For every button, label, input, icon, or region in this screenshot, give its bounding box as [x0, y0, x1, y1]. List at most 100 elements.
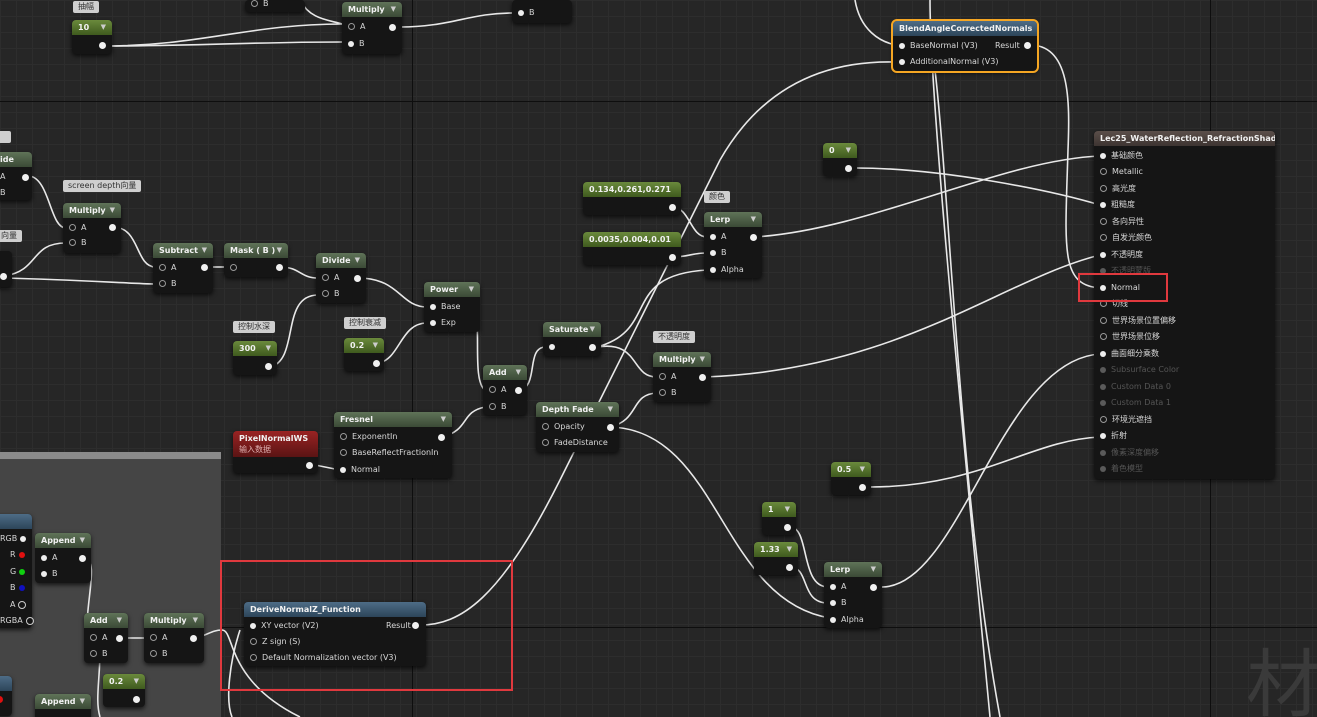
pin-roughness: 粗糙度	[1111, 200, 1135, 209]
collapse-arrow-icon[interactable]: ▼	[860, 462, 865, 477]
collapse-arrow-icon[interactable]: ▼	[590, 322, 595, 337]
output-pin[interactable]	[607, 424, 614, 431]
collapse-arrow-icon[interactable]: ▼	[117, 613, 122, 628]
collapse-arrow-icon[interactable]: ▼	[355, 253, 360, 268]
output-pin[interactable]	[786, 564, 793, 571]
append-node[interactable]: Append ▼	[35, 694, 91, 717]
vector-constant-node[interactable]: 0.134,0.261,0.271▼	[583, 182, 681, 215]
collapse-arrow-icon[interactable]: ▼	[373, 338, 378, 353]
collapse-arrow-icon[interactable]: ▼	[80, 533, 85, 548]
output-pin[interactable]	[0, 273, 7, 280]
collapse-arrow-icon[interactable]: ▼	[193, 613, 198, 628]
output-pin[interactable]	[750, 234, 757, 241]
node-partial[interactable]: B	[512, 0, 572, 23]
collapse-arrow-icon[interactable]: ▼	[441, 412, 446, 427]
output-pin[interactable]	[190, 635, 197, 642]
depth-fade-node[interactable]: Depth Fade ▼ Opacity FadeDistance	[536, 402, 619, 452]
divide-node-partial[interactable]: ide A B	[0, 152, 32, 200]
material-graph-canvas[interactable]: 抽幅 10 ▼ B Multiply ▼ A B B BlendAngleCorre…	[0, 0, 1317, 717]
constant-node[interactable]: 10 ▼	[72, 20, 112, 54]
output-pin[interactable]	[1024, 42, 1031, 49]
constant-node[interactable]: 1 ▼	[762, 502, 796, 535]
divide-node[interactable]: Divide ▼ A B	[316, 253, 366, 303]
vector-constant-node[interactable]: 0.0035,0.004,0.01▼	[583, 232, 681, 265]
mask-node[interactable]: Mask ( B ) ▼	[224, 243, 288, 277]
multiply-node[interactable]: Multiply ▼ A B	[342, 2, 402, 54]
collapse-arrow-icon[interactable]: ▼	[516, 365, 521, 380]
multiply-node[interactable]: Multiply ▼ A B	[653, 352, 711, 402]
output-pin[interactable]	[669, 254, 676, 261]
output-pin[interactable]	[589, 344, 596, 351]
output-pin[interactable]	[116, 635, 123, 642]
output-pin[interactable]	[373, 360, 380, 367]
collapse-arrow-icon[interactable]: ▼	[785, 502, 790, 517]
constant-node[interactable]: 0.5 ▼	[831, 462, 871, 495]
subtract-node[interactable]: Subtract ▼ A B	[153, 243, 213, 293]
collapse-arrow-icon[interactable]: ▼	[202, 243, 207, 258]
collapse-arrow-icon[interactable]: ▼	[101, 20, 106, 35]
collapse-arrow-icon[interactable]: ▼	[871, 562, 876, 577]
pin-world-position-offset: 世界场景位置偏移	[1112, 316, 1176, 325]
material-output-node[interactable]: Lec25_WaterReflection_RefractionShader 基…	[1094, 131, 1275, 479]
output-pin[interactable]	[389, 24, 396, 31]
collapse-arrow-icon[interactable]: ▼	[80, 694, 85, 709]
lerp-node[interactable]: Lerp ▼ A B Alpha	[704, 212, 762, 278]
collapse-arrow-icon[interactable]: ▼	[469, 282, 474, 297]
node-partial[interactable]	[0, 251, 12, 287]
constant-node[interactable]: 0.2 ▼	[103, 674, 145, 707]
lerp-node[interactable]: Lerp ▼ A B Alpha	[824, 562, 882, 628]
output-pin[interactable]	[22, 174, 29, 181]
output-pin[interactable]	[265, 363, 272, 370]
output-pin[interactable]	[438, 434, 445, 441]
output-pin[interactable]	[669, 204, 676, 211]
output-pin[interactable]	[784, 524, 791, 531]
saturate-node[interactable]: Saturate ▼	[543, 322, 601, 356]
output-pin[interactable]	[201, 264, 208, 271]
collapse-arrow-icon[interactable]: ▼	[846, 143, 851, 158]
input-pin[interactable]	[251, 0, 258, 7]
blend-angle-corrected-normals-node[interactable]: BlendAngleCorrectedNormals BaseNormal (V…	[891, 19, 1039, 73]
multiply-node[interactable]: Multiply ▼ A B	[144, 613, 204, 663]
output-pin[interactable]	[99, 42, 106, 49]
pin-label: B	[263, 0, 269, 8]
collapse-arrow-icon[interactable]: ▼	[277, 243, 282, 258]
texture-sample-node-partial[interactable]: RGB R G B A RGBA	[0, 514, 34, 628]
output-pin[interactable]	[699, 374, 706, 381]
pin-label: Result	[995, 41, 1020, 50]
power-node[interactable]: Power ▼ Base Exp	[424, 282, 480, 332]
output-pin[interactable]	[845, 165, 852, 172]
collapse-arrow-icon[interactable]: ▼	[787, 542, 792, 557]
node-partial[interactable]: B	[245, 0, 305, 12]
constant-node[interactable]: 0 ▼	[823, 143, 857, 176]
output-pin[interactable]	[870, 584, 877, 591]
collapse-arrow-icon[interactable]: ▼	[391, 2, 396, 17]
node-value: 0.134,0.261,0.271	[589, 185, 671, 194]
collapse-arrow-icon[interactable]: ▼	[266, 341, 271, 356]
constant-node[interactable]: 1.33 ▼	[754, 542, 798, 575]
constant-node[interactable]: 300 ▼	[233, 341, 277, 375]
collapse-arrow-icon[interactable]: ▼	[134, 674, 139, 689]
multiply-node[interactable]: Multiply ▼ A B	[63, 203, 121, 253]
output-pin[interactable]	[133, 696, 140, 703]
add-node[interactable]: Add ▼ A B	[483, 365, 527, 415]
collapse-arrow-icon[interactable]: ▼	[110, 203, 115, 218]
collapse-arrow-icon[interactable]: ▼	[751, 212, 756, 227]
output-pin[interactable]	[354, 275, 361, 282]
output-pin[interactable]	[515, 387, 522, 394]
collapse-arrow-icon[interactable]: ▼	[608, 402, 613, 417]
output-pin[interactable]	[109, 224, 116, 231]
pin-label: A	[501, 385, 507, 394]
append-node[interactable]: Append ▼ A B	[35, 533, 91, 583]
highlight-box	[220, 560, 513, 691]
add-node[interactable]: Add ▼ A B	[84, 613, 128, 663]
pixel-normal-ws-node[interactable]: PixelNormalWS 输入数据	[233, 431, 318, 473]
output-pin[interactable]	[276, 264, 283, 271]
output-pin[interactable]	[859, 484, 866, 491]
output-pin[interactable]	[0, 696, 3, 703]
output-pin[interactable]	[79, 555, 86, 562]
collapse-arrow-icon[interactable]: ▼	[700, 352, 705, 367]
constant-node[interactable]: 0.2 ▼	[344, 338, 384, 371]
output-pin[interactable]	[306, 462, 313, 469]
fresnel-node[interactable]: Fresnel ▼ ExponentIn BaseReflectFractionI…	[334, 412, 452, 478]
node-partial[interactable]	[0, 676, 12, 716]
